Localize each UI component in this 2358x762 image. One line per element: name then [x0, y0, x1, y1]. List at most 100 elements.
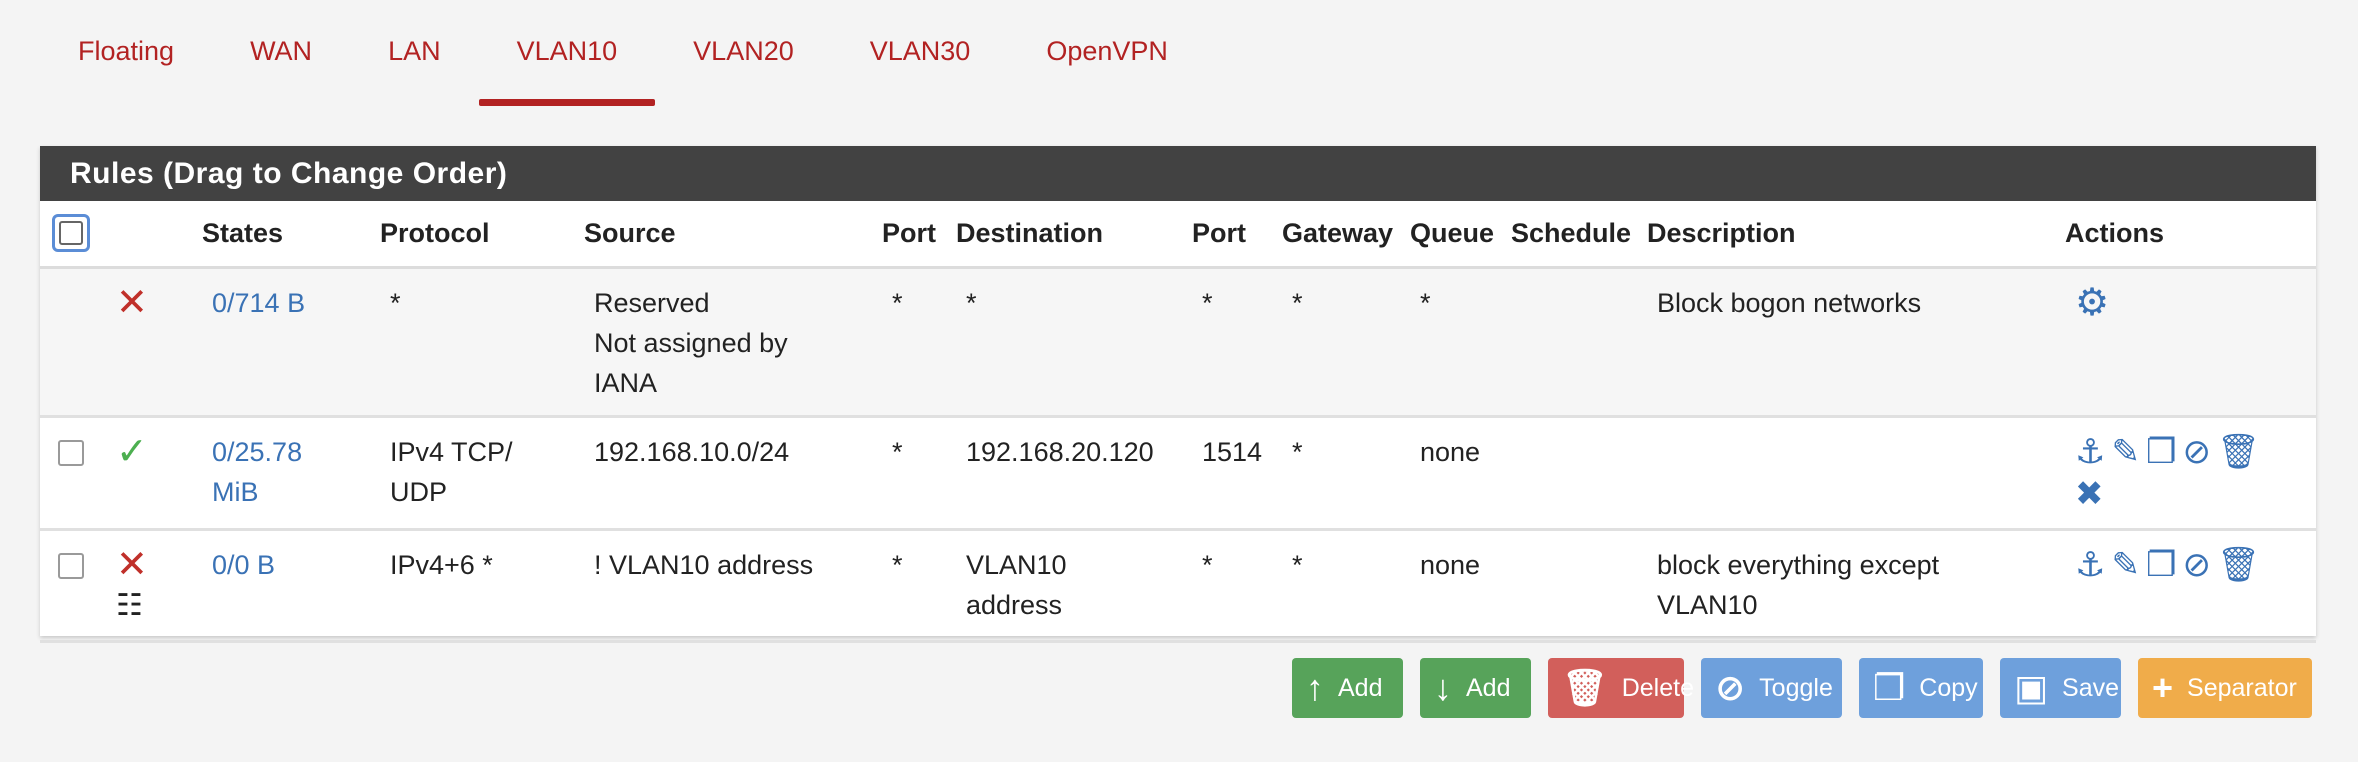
- select-all-checkbox[interactable]: [52, 214, 90, 253]
- dest-port-cell: *: [1184, 267, 1274, 418]
- states-link[interactable]: 0/25.78: [212, 432, 372, 472]
- row-checkbox-cell: [40, 267, 98, 418]
- status-cell: ✓: [98, 416, 194, 531]
- tab-lan[interactable]: LAN: [350, 0, 479, 106]
- copy-icon[interactable]: ❐: [2146, 545, 2176, 585]
- schedule-cell: [1503, 529, 1639, 643]
- source-line: Not assigned by: [594, 327, 788, 358]
- rules-table: States Protocol Source Port Destination …: [40, 201, 2316, 643]
- tab-wan[interactable]: WAN: [212, 0, 350, 106]
- protocol-line: UDP: [390, 476, 448, 507]
- check-icon: ✓: [116, 430, 148, 473]
- table-row[interactable]: ✕ ☷ 0/0 B IPv4+6 * ! VLAN10 address * VL…: [40, 529, 2316, 643]
- status-cell: ✕ ☷: [98, 529, 194, 643]
- actions-cell: ⚓ ✎ ❐ ⊘ 🗑 ✖: [2057, 416, 2316, 531]
- col-source[interactable]: Source: [576, 201, 874, 269]
- protocol-cell: *: [372, 267, 576, 418]
- source-cell: 192.168.10.0/24: [576, 416, 874, 531]
- states-link[interactable]: 0/0 B: [212, 550, 275, 580]
- gateway-cell: *: [1274, 267, 1402, 418]
- col-gateway[interactable]: Gateway: [1274, 201, 1402, 269]
- col-destination[interactable]: Destination: [948, 201, 1184, 269]
- description-line: VLAN10: [1657, 589, 1758, 620]
- add-bottom-button[interactable]: ↓ Add: [1420, 658, 1531, 718]
- pencil-icon[interactable]: ✎: [2111, 545, 2140, 585]
- trash-icon: 🗑: [1562, 667, 1608, 708]
- source-port-cell: *: [874, 416, 948, 531]
- col-schedule[interactable]: Schedule: [1503, 201, 1639, 269]
- schedule-cell: [1503, 267, 1639, 418]
- add-bottom-label: Add: [1466, 673, 1511, 702]
- x-icon[interactable]: ✖: [2075, 474, 2104, 514]
- ban-icon[interactable]: ⊘: [2182, 545, 2211, 585]
- table-row[interactable]: ✓ 0/25.78 MiB IPv4 TCP/ UDP 192.168.10.0…: [40, 416, 2316, 531]
- source-cell: Reserved Not assigned by IANA: [576, 267, 874, 418]
- schedule-cell: [1503, 416, 1639, 531]
- states-cell: 0/25.78 MiB: [194, 416, 372, 531]
- source-port-cell: *: [874, 267, 948, 418]
- rule-action-buttons: ↑ Add ↓ Add 🗑 Delete ⊘ Toggle ❐ Copy ▣ Save + S…: [1292, 658, 2312, 718]
- trash-icon[interactable]: 🗑: [2217, 432, 2260, 472]
- tab-vlan30[interactable]: VLAN30: [832, 0, 1009, 106]
- list-check-icon: ☷: [116, 588, 143, 622]
- row-checkbox[interactable]: [58, 552, 84, 579]
- table-row[interactable]: ✕ 0/714 B * Reserved Not assigned by IAN…: [40, 267, 2316, 418]
- destination-cell: 192.168.20.120: [948, 416, 1184, 531]
- rules-panel: Rules (Drag to Change Order) States Prot…: [40, 146, 2316, 643]
- pencil-icon[interactable]: ✎: [2111, 432, 2140, 472]
- states-link[interactable]: 0/714 B: [212, 288, 305, 318]
- col-queue[interactable]: Queue: [1402, 201, 1503, 269]
- destination-line: address: [966, 589, 1063, 620]
- col-source-port[interactable]: Port: [874, 201, 948, 269]
- states-cell: 0/714 B: [194, 267, 372, 418]
- row-checkbox-cell: [40, 529, 98, 643]
- save-button[interactable]: ▣ Save: [2000, 658, 2121, 718]
- ban-icon[interactable]: ⊘: [2182, 432, 2211, 472]
- protocol-cell: IPv4 TCP/ UDP: [372, 416, 576, 531]
- col-actions: Actions: [2057, 201, 2316, 269]
- x-icon: ✕: [116, 281, 148, 324]
- states-cell: 0/0 B: [194, 529, 372, 643]
- select-all-cell: [40, 201, 98, 269]
- copy-button[interactable]: ❐ Copy: [1859, 658, 1983, 718]
- anchor-icon[interactable]: ⚓: [2075, 545, 2105, 585]
- destination-line: VLAN10: [966, 549, 1067, 580]
- description-line: block everything except: [1657, 549, 1940, 580]
- save-icon: ▣: [2014, 667, 2049, 708]
- save-label: Save: [2062, 673, 2119, 702]
- source-port-cell: *: [874, 529, 948, 643]
- panel-title: Rules (Drag to Change Order): [40, 146, 2316, 201]
- col-protocol[interactable]: Protocol: [372, 201, 576, 269]
- copy-label: Copy: [1919, 673, 1978, 702]
- x-icon: ✕: [116, 543, 148, 586]
- dest-port-cell: 1514: [1184, 416, 1274, 531]
- toggle-button[interactable]: ⊘ Toggle: [1701, 658, 1842, 718]
- col-states[interactable]: States: [194, 201, 372, 269]
- delete-button[interactable]: 🗑 Delete: [1548, 658, 1694, 718]
- col-dest-port[interactable]: Port: [1184, 201, 1274, 269]
- tab-floating[interactable]: Floating: [40, 0, 212, 106]
- tab-openvpn[interactable]: OpenVPN: [1008, 0, 1206, 106]
- description-cell: Block bogon networks: [1639, 267, 2057, 418]
- queue-cell: none: [1402, 529, 1503, 643]
- tab-vlan20[interactable]: VLAN20: [655, 0, 832, 106]
- queue-cell: *: [1402, 267, 1503, 418]
- queue-cell: none: [1402, 416, 1503, 531]
- dest-port-cell: *: [1184, 529, 1274, 643]
- trash-icon[interactable]: 🗑: [2217, 545, 2260, 585]
- source-cell: ! VLAN10 address: [576, 529, 874, 643]
- protocol-cell: IPv4+6 *: [372, 529, 576, 643]
- gear-icon[interactable]: ⚙: [2075, 283, 2109, 323]
- status-cell: ✕: [98, 267, 194, 418]
- states-link[interactable]: MiB: [212, 472, 372, 512]
- col-description[interactable]: Description: [1639, 201, 2057, 269]
- actions-cell: ⚓ ✎ ❐ ⊘ 🗑: [2057, 529, 2316, 643]
- arrow-down-icon: ↓: [1434, 667, 1452, 708]
- separator-button[interactable]: + Separator: [2138, 658, 2312, 718]
- copy-icon[interactable]: ❐: [2146, 432, 2176, 472]
- gateway-cell: *: [1274, 416, 1402, 531]
- add-top-button[interactable]: ↑ Add: [1292, 658, 1403, 718]
- row-checkbox[interactable]: [58, 439, 84, 466]
- anchor-icon[interactable]: ⚓: [2075, 432, 2105, 472]
- tab-vlan10[interactable]: VLAN10: [478, 0, 656, 106]
